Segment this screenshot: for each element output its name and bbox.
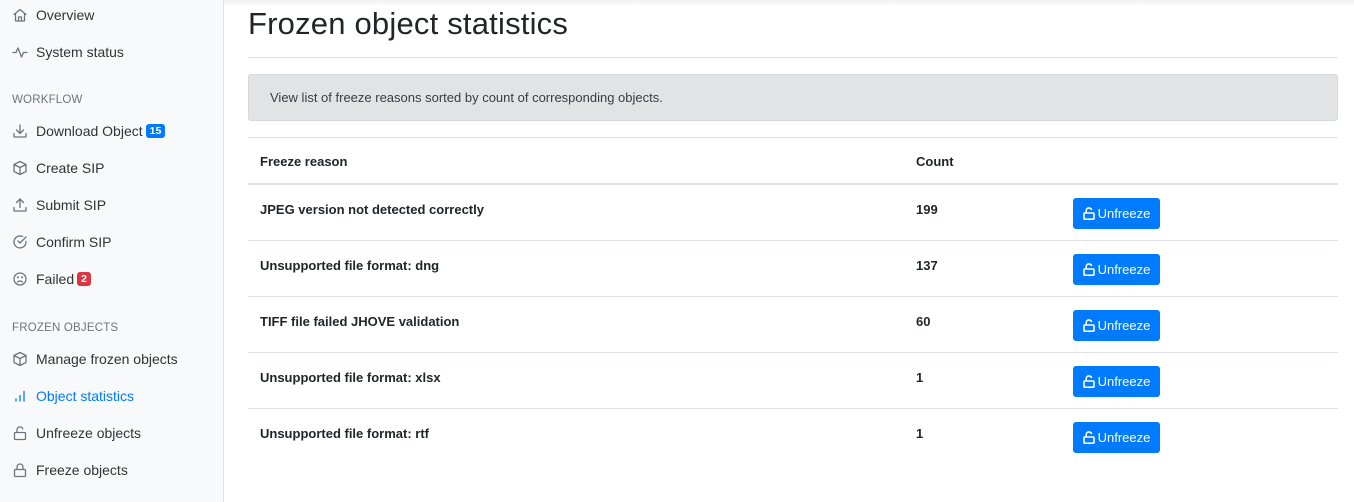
- upload-icon: [12, 197, 28, 213]
- sidebar-item-label: Create SIP: [36, 160, 105, 176]
- freeze-reason-cell: TIFF file failed JHOVE validation: [260, 314, 460, 329]
- unfreeze-button-label: Unfreeze: [1097, 262, 1151, 277]
- sidebar-item-submit-sip[interactable]: Submit SIP: [0, 190, 223, 220]
- sidebar-item-label: Failed: [36, 271, 75, 287]
- freeze-reason-cell: Unsupported file format: dng: [260, 258, 440, 273]
- sidebar-item-manage-frozen-objects[interactable]: Manage frozen objects: [0, 344, 223, 374]
- count-cell: 137: [916, 258, 938, 273]
- unfreeze-button[interactable]: Unfreeze: [1073, 422, 1160, 453]
- unlock-icon: [1082, 263, 1095, 276]
- unfreeze-button[interactable]: Unfreeze: [1073, 254, 1160, 285]
- sidebar-item-label: Submit SIP: [36, 197, 107, 213]
- count-badge: 2: [77, 272, 91, 286]
- sidebar-item-label: Unfreeze objects: [36, 425, 142, 441]
- sidebar: Overview System status WORKFLOW Download…: [0, 0, 224, 502]
- sidebar-item-system-status[interactable]: System status: [0, 37, 223, 67]
- sidebar-item-failed[interactable]: Failed 2: [0, 264, 223, 294]
- count-cell: 1: [916, 370, 924, 385]
- page-title: Frozen object statistics: [248, 6, 569, 41]
- sidebar-item-unfreeze-objects[interactable]: Unfreeze objects: [0, 418, 223, 448]
- divider: [248, 57, 1338, 58]
- unfreeze-button-label: Unfreeze: [1097, 374, 1151, 389]
- main-content: Frozen object statistics View list of fr…: [248, 0, 1338, 502]
- sidebar-item-freeze-objects[interactable]: Freeze objects: [0, 455, 223, 485]
- info-text: View list of freeze reasons sorted by co…: [270, 90, 663, 105]
- unfreeze-button[interactable]: Unfreeze: [1073, 366, 1160, 397]
- sidebar-item-object-statistics[interactable]: Object statistics: [0, 381, 223, 411]
- lock-icon: [12, 462, 28, 478]
- section-heading-frozen-objects: FROZEN OBJECTS: [12, 322, 119, 334]
- table-row: TIFF file failed JHOVE validation 60 Unf…: [248, 297, 1338, 353]
- table-row: Unsupported file format: dng 137 Unfreez…: [248, 241, 1338, 297]
- sidebar-item-label: Freeze objects: [36, 462, 128, 478]
- count-badge: 15: [145, 124, 166, 138]
- unfreeze-button-label: Unfreeze: [1097, 206, 1151, 221]
- freeze-reason-cell: Unsupported file format: xlsx: [260, 370, 441, 385]
- sidebar-item-label: System status: [36, 44, 124, 60]
- sidebar-item-overview[interactable]: Overview: [0, 0, 223, 30]
- unlock-icon: [1082, 207, 1095, 220]
- bar-chart-icon: [12, 388, 28, 404]
- check-circle-icon: [12, 234, 28, 250]
- sidebar-item-label: Object statistics: [36, 388, 135, 404]
- info-alert: View list of freeze reasons sorted by co…: [248, 74, 1338, 121]
- count-cell: 1: [916, 426, 924, 441]
- freeze-reason-cell: JPEG version not detected correctly: [260, 202, 484, 217]
- sidebar-item-label: Download Object: [36, 123, 143, 139]
- freeze-reason-cell: Unsupported file format: rtf: [260, 426, 429, 441]
- unfreeze-button[interactable]: Unfreeze: [1073, 310, 1160, 341]
- unlock-icon: [1082, 375, 1095, 388]
- sidebar-item-create-sip[interactable]: Create SIP: [0, 153, 223, 183]
- download-icon: [12, 123, 28, 139]
- sidebar-item-label: Manage frozen objects: [36, 351, 178, 367]
- unlock-icon: [1082, 431, 1095, 444]
- sidebar-item-label: Confirm SIP: [36, 234, 112, 250]
- count-cell: 199: [916, 202, 938, 217]
- unlock-icon: [12, 425, 28, 441]
- unfreeze-button-label: Unfreeze: [1097, 430, 1151, 445]
- sidebar-item-label: Overview: [36, 7, 95, 23]
- section-heading-workflow: WORKFLOW: [12, 94, 83, 106]
- unfreeze-button[interactable]: Unfreeze: [1073, 198, 1160, 229]
- home-icon: [12, 7, 28, 23]
- table-row: JPEG version not detected correctly 199 …: [248, 185, 1338, 241]
- table-row: Unsupported file format: rtf 1 Unfreeze: [248, 409, 1338, 465]
- sidebar-item-download-object[interactable]: Download Object 15: [0, 116, 223, 146]
- package-icon: [12, 160, 28, 176]
- count-cell: 60: [916, 314, 931, 329]
- column-header-count: Count: [916, 154, 954, 169]
- unlock-icon: [1082, 319, 1095, 332]
- table-row: Unsupported file format: xlsx 1 Unfreeze: [248, 353, 1338, 409]
- column-header-freeze-reason: Freeze reason: [260, 154, 348, 169]
- activity-icon: [12, 44, 28, 60]
- frown-icon: [12, 271, 28, 287]
- sidebar-item-confirm-sip[interactable]: Confirm SIP: [0, 227, 223, 257]
- package-icon: [12, 351, 28, 367]
- divider: [248, 137, 1338, 138]
- unfreeze-button-label: Unfreeze: [1097, 318, 1151, 333]
